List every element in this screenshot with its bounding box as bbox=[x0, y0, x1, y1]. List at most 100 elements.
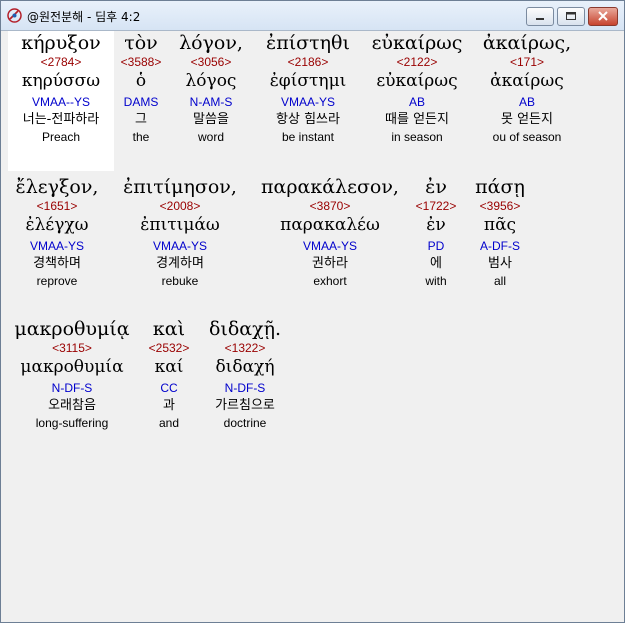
strong-number[interactable]: <3588> bbox=[114, 55, 168, 70]
greek-word: κήρυξον bbox=[21, 32, 101, 54]
close-button[interactable] bbox=[588, 7, 618, 26]
strong-number[interactable]: <2532> bbox=[144, 341, 194, 356]
korean-gloss: 때를 얻든지 bbox=[385, 112, 449, 127]
strong-number[interactable]: <171> bbox=[474, 55, 580, 70]
korean-gloss: 에 bbox=[430, 256, 442, 271]
word-block[interactable]: ἐπίστηθι <2186> ἐφίστημι VMAA-YS 항상 힘쓰라 … bbox=[256, 31, 360, 145]
word-block[interactable]: εὐκαίρως <2122> εὐκαίρως AB 때를 얻든지 in se… bbox=[362, 31, 472, 145]
word-block[interactable]: παρακάλεσον, <3870> παρακαλέω VMAA-YS 권하… bbox=[252, 175, 408, 289]
parsing-code: N-DF-S bbox=[224, 381, 266, 395]
lemma: λόγος bbox=[185, 71, 237, 91]
greek-word: τὸν bbox=[124, 32, 158, 54]
greek-word: ἐπιτίμησον, bbox=[123, 176, 237, 198]
korean-gloss: 경계하며 bbox=[156, 256, 204, 271]
korean-gloss: 그 bbox=[135, 112, 147, 127]
parsing-code: N-AM-S bbox=[189, 95, 233, 109]
minimize-button[interactable] bbox=[526, 7, 554, 26]
greek-word: μακροθυμίᾳ bbox=[14, 318, 130, 340]
strong-number[interactable]: <2122> bbox=[362, 55, 472, 70]
english-gloss: the bbox=[132, 130, 150, 144]
word-block[interactable]: μακροθυμίᾳ <3115> μακροθυμία N-DF-S 오래참음… bbox=[8, 317, 136, 431]
korean-gloss: 말씀을 bbox=[193, 112, 229, 127]
english-gloss: with bbox=[425, 274, 447, 288]
korean-gloss: 범사 bbox=[488, 256, 512, 271]
greek-word: ἐν bbox=[425, 176, 447, 198]
maximize-button[interactable] bbox=[557, 7, 585, 26]
strong-number[interactable]: <2186> bbox=[256, 55, 360, 70]
korean-gloss: 항상 힘쓰라 bbox=[276, 112, 340, 127]
word-block[interactable]: λόγον, <3056> λόγος N-AM-S 말씀을 word bbox=[172, 31, 250, 145]
greek-word: ἐπίστηθι bbox=[266, 32, 350, 54]
close-icon bbox=[598, 11, 608, 21]
parsing-code: VMAA-YS bbox=[152, 239, 207, 253]
lemma: εὐκαίρως bbox=[376, 71, 458, 91]
korean-gloss: 못 얻든지 bbox=[501, 112, 553, 127]
parsing-code: VMAA-YS bbox=[29, 239, 84, 253]
verse-analysis-panel: κήρυξον <2784> κηρύσσω VMAA--YS 너는-전파하라 … bbox=[8, 31, 619, 617]
english-gloss: exhort bbox=[313, 274, 347, 288]
lemma: ὁ bbox=[135, 71, 147, 91]
word-block[interactable]: κήρυξον <2784> κηρύσσω VMAA--YS 너는-전파하라 … bbox=[8, 31, 114, 171]
word-block[interactable]: καὶ <2532> καί CC 과 and bbox=[144, 317, 194, 431]
maximize-icon bbox=[566, 12, 576, 20]
lemma: κηρύσσω bbox=[21, 71, 101, 91]
word-block[interactable]: διδαχῇ. <1322> διδαχή N-DF-S 가르침으로 doctr… bbox=[200, 317, 290, 431]
greek-word: εὐκαίρως bbox=[371, 32, 463, 54]
english-gloss: Preach bbox=[41, 130, 81, 144]
english-gloss: be instant bbox=[281, 130, 335, 144]
greek-word: ἀκαίρως, bbox=[482, 32, 572, 54]
parsing-code: VMAA-YS bbox=[302, 239, 357, 253]
parsing-code: A-DF-S bbox=[480, 239, 520, 253]
lemma: ἐφίστημι bbox=[269, 71, 347, 91]
word-block[interactable]: ἔλεγξον, <1651> ἐλέγχω VMAA-YS 경책하며 repr… bbox=[8, 175, 106, 289]
korean-gloss: 경책하며 bbox=[33, 256, 81, 271]
title-bar[interactable]: @원전분해 - 딤후 4:2 bbox=[1, 1, 624, 31]
lemma: πᾶς bbox=[483, 215, 517, 235]
korean-gloss: 너는-전파하라 bbox=[22, 112, 100, 127]
lemma: ἐν bbox=[426, 215, 446, 235]
parsing-code: AB bbox=[518, 95, 535, 109]
korean-gloss: 가르침으로 bbox=[215, 398, 275, 413]
english-gloss: word bbox=[197, 130, 224, 144]
english-gloss: rebuke bbox=[161, 274, 199, 288]
strong-number[interactable]: <1651> bbox=[8, 199, 106, 214]
strong-number[interactable]: <2008> bbox=[112, 199, 248, 214]
english-gloss: long-suffering bbox=[35, 416, 109, 430]
greek-word: παρακάλεσον, bbox=[261, 176, 399, 198]
parsing-code: DAMS bbox=[123, 95, 159, 109]
strong-number[interactable]: <3056> bbox=[172, 55, 250, 70]
lemma: διδαχή bbox=[215, 357, 275, 377]
strong-number[interactable]: <1322> bbox=[200, 341, 290, 356]
korean-gloss: 과 bbox=[163, 398, 175, 413]
parsing-code: VMAA-YS bbox=[280, 95, 335, 109]
strong-number[interactable]: <2784> bbox=[8, 55, 114, 70]
greek-word: πάσῃ bbox=[475, 176, 525, 198]
word-block[interactable]: ἀκαίρως, <171> ἀκαίρως AB 못 얻든지 ou of se… bbox=[474, 31, 580, 145]
english-gloss: ou of season bbox=[492, 130, 562, 144]
english-gloss: in season bbox=[391, 130, 443, 144]
word-block[interactable]: τὸν <3588> ὁ DAMS 그 the bbox=[114, 31, 168, 145]
minimize-icon bbox=[536, 18, 544, 20]
lemma: παρακαλέω bbox=[280, 215, 380, 235]
app-logo-icon bbox=[7, 8, 22, 23]
strong-number[interactable]: <1722> bbox=[410, 199, 462, 214]
lemma: ἀκαίρως bbox=[490, 71, 564, 91]
word-block[interactable]: πάσῃ <3956> πᾶς A-DF-S 범사 all bbox=[468, 175, 532, 289]
english-gloss: and bbox=[158, 416, 180, 430]
lemma: καί bbox=[154, 357, 184, 377]
word-block[interactable]: ἐπιτίμησον, <2008> ἐπιτιμάω VMAA-YS 경계하며… bbox=[112, 175, 248, 289]
korean-gloss: 오래참음 bbox=[48, 398, 96, 413]
strong-number[interactable]: <3115> bbox=[8, 341, 136, 356]
english-gloss: all bbox=[493, 274, 506, 288]
english-gloss: reprove bbox=[36, 274, 78, 288]
greek-word: ἔλεγξον, bbox=[15, 176, 99, 198]
app-window: @원전분해 - 딤후 4:2 κήρυξον <2784> κηρύσσω VM… bbox=[0, 0, 625, 623]
strong-number[interactable]: <3956> bbox=[468, 199, 532, 214]
strong-number[interactable]: <3870> bbox=[252, 199, 408, 214]
parsing-code: PD bbox=[427, 239, 445, 253]
lemma: ἐπιτιμάω bbox=[140, 215, 220, 235]
word-block[interactable]: ἐν <1722> ἐν PD 에 with bbox=[410, 175, 462, 289]
window-title: @원전분해 - 딤후 4:2 bbox=[27, 10, 141, 24]
greek-word: καὶ bbox=[152, 318, 186, 340]
window-controls bbox=[526, 7, 618, 26]
